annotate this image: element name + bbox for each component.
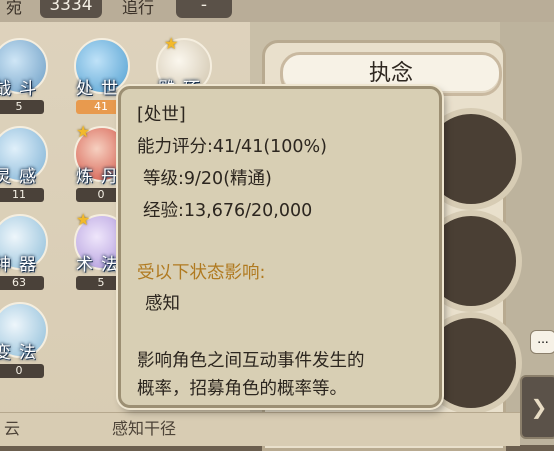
top-left-label: 宛 <box>6 0 23 17</box>
skill-name: 变法 <box>0 343 44 363</box>
skill-level: 5 <box>0 100 44 114</box>
tooltip-desc-line2: 概率，招募角色的概率等。 <box>137 379 347 399</box>
star-icon: ★ <box>164 34 179 53</box>
skill-tooltip: [处世] 能力评分:41/41(100%) 等级:9/20(精通) 经验:13,… <box>118 86 442 408</box>
tooltip-level: 等级:9/20(精通) <box>143 169 272 189</box>
chat-text: ... <box>537 332 549 346</box>
skill-shenqi[interactable]: 神器 63 <box>0 214 48 298</box>
bottom-mid-text[interactable]: 感知干径 <box>112 415 176 439</box>
skill-level: 0 <box>0 364 44 378</box>
skill-level: 63 <box>0 276 44 290</box>
tooltip-title: [处世] <box>137 105 186 125</box>
tooltip-affected-header: 受以下状态影响: <box>137 263 266 283</box>
speech-bubble-icon[interactable]: ... <box>530 330 554 354</box>
star-icon: ★ <box>76 122 91 141</box>
top-mid-value[interactable]: - <box>176 0 232 18</box>
tooltip-score: 能力评分:41/41(100%) <box>137 137 328 157</box>
tooltip-desc-line1: 影响角色之间互动事件发生的 <box>137 351 365 371</box>
skill-name: 战斗 <box>0 79 44 99</box>
top-mid-label: 追行 <box>122 0 155 17</box>
skill-name: 神器 <box>0 255 44 275</box>
skill-name: 灵感 <box>0 167 44 187</box>
top-left-value: 3334 <box>40 0 102 18</box>
skill-linggan[interactable]: 灵感 11 <box>0 126 48 210</box>
top-bar: 宛 3334 追行 - <box>0 0 554 22</box>
skill-level: 11 <box>0 188 44 202</box>
expand-side-button[interactable]: ❯ <box>520 375 554 439</box>
tooltip-affected-item: 感知 <box>145 294 180 314</box>
bottom-bar: 云 感知干径 <box>0 412 520 446</box>
bottom-left-text: 云 <box>4 419 21 438</box>
skill-zhandou[interactable]: 战斗 5 <box>0 38 48 122</box>
tooltip-exp: 经验:13,676/20,000 <box>143 201 313 221</box>
chevron-right-icon: ❯ <box>530 395 548 419</box>
skill-bianfa[interactable]: 变法 0 <box>0 302 48 386</box>
star-icon: ★ <box>76 210 91 229</box>
